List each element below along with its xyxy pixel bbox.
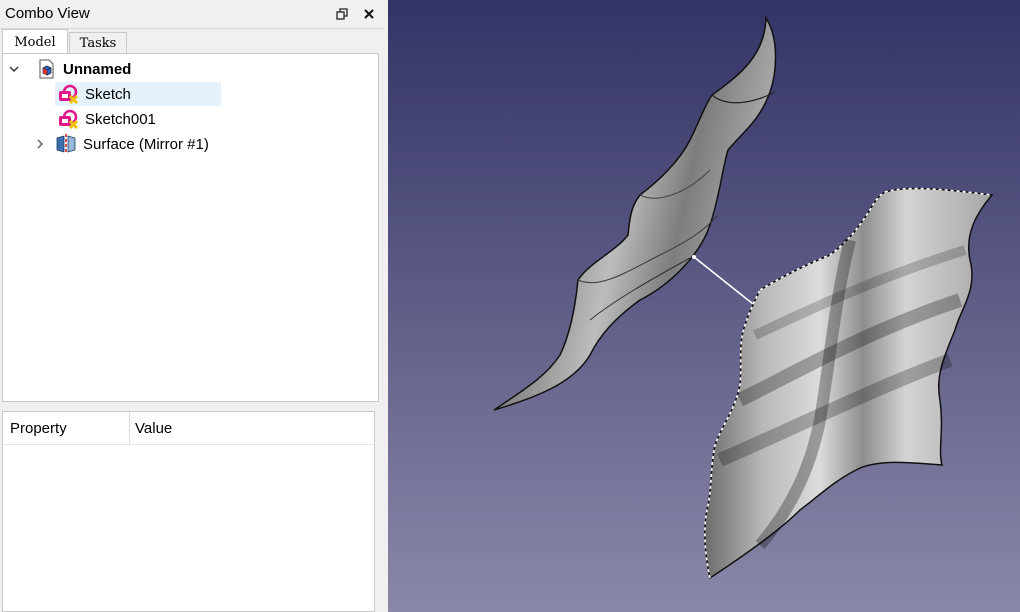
chevron-down-icon[interactable] xyxy=(7,62,21,76)
property-view: Property Value xyxy=(2,411,375,612)
sketch-icon xyxy=(57,108,79,130)
tree-item-label: Surface (Mirror #1) xyxy=(83,135,209,153)
model-tree: Unnamed Sketch Sketch001 Surface (Mirror… xyxy=(2,53,379,402)
tab-bar: Model Tasks xyxy=(0,29,384,54)
chevron-right-icon[interactable] xyxy=(33,137,47,151)
3d-viewport[interactable] xyxy=(388,0,1020,612)
tree-item-label: Sketch001 xyxy=(85,110,156,128)
tab-tasks[interactable]: Tasks xyxy=(69,32,127,53)
tree-item-unnamed[interactable]: Unnamed xyxy=(7,57,131,81)
tree-item-sketch[interactable]: Sketch xyxy=(55,82,221,106)
close-icon[interactable] xyxy=(361,6,377,22)
tree-item-surface-mirror[interactable]: Surface (Mirror #1) xyxy=(33,132,209,156)
sketch-icon xyxy=(57,83,79,105)
tree-item-label: Unnamed xyxy=(63,60,132,78)
combo-view-panel: Combo View Model Tasks Unnamed Sketch Sk… xyxy=(0,0,384,612)
tree-item-sketch001[interactable]: Sketch001 xyxy=(55,107,156,131)
tab-model[interactable]: Model xyxy=(2,29,68,54)
combo-view-title: Combo View xyxy=(5,5,90,22)
property-header: Property Value xyxy=(3,412,374,445)
restore-window-icon[interactable] xyxy=(334,6,350,22)
column-value[interactable]: Value xyxy=(135,420,172,437)
column-property[interactable]: Property xyxy=(10,420,67,437)
mirror-icon xyxy=(55,133,77,155)
column-divider[interactable] xyxy=(129,412,130,444)
document-icon xyxy=(35,58,57,80)
combo-view-titlebar: Combo View xyxy=(0,0,384,29)
tree-item-label: Sketch xyxy=(85,85,131,103)
3d-scene[interactable] xyxy=(388,0,1020,612)
panel-splitter[interactable] xyxy=(0,402,384,411)
